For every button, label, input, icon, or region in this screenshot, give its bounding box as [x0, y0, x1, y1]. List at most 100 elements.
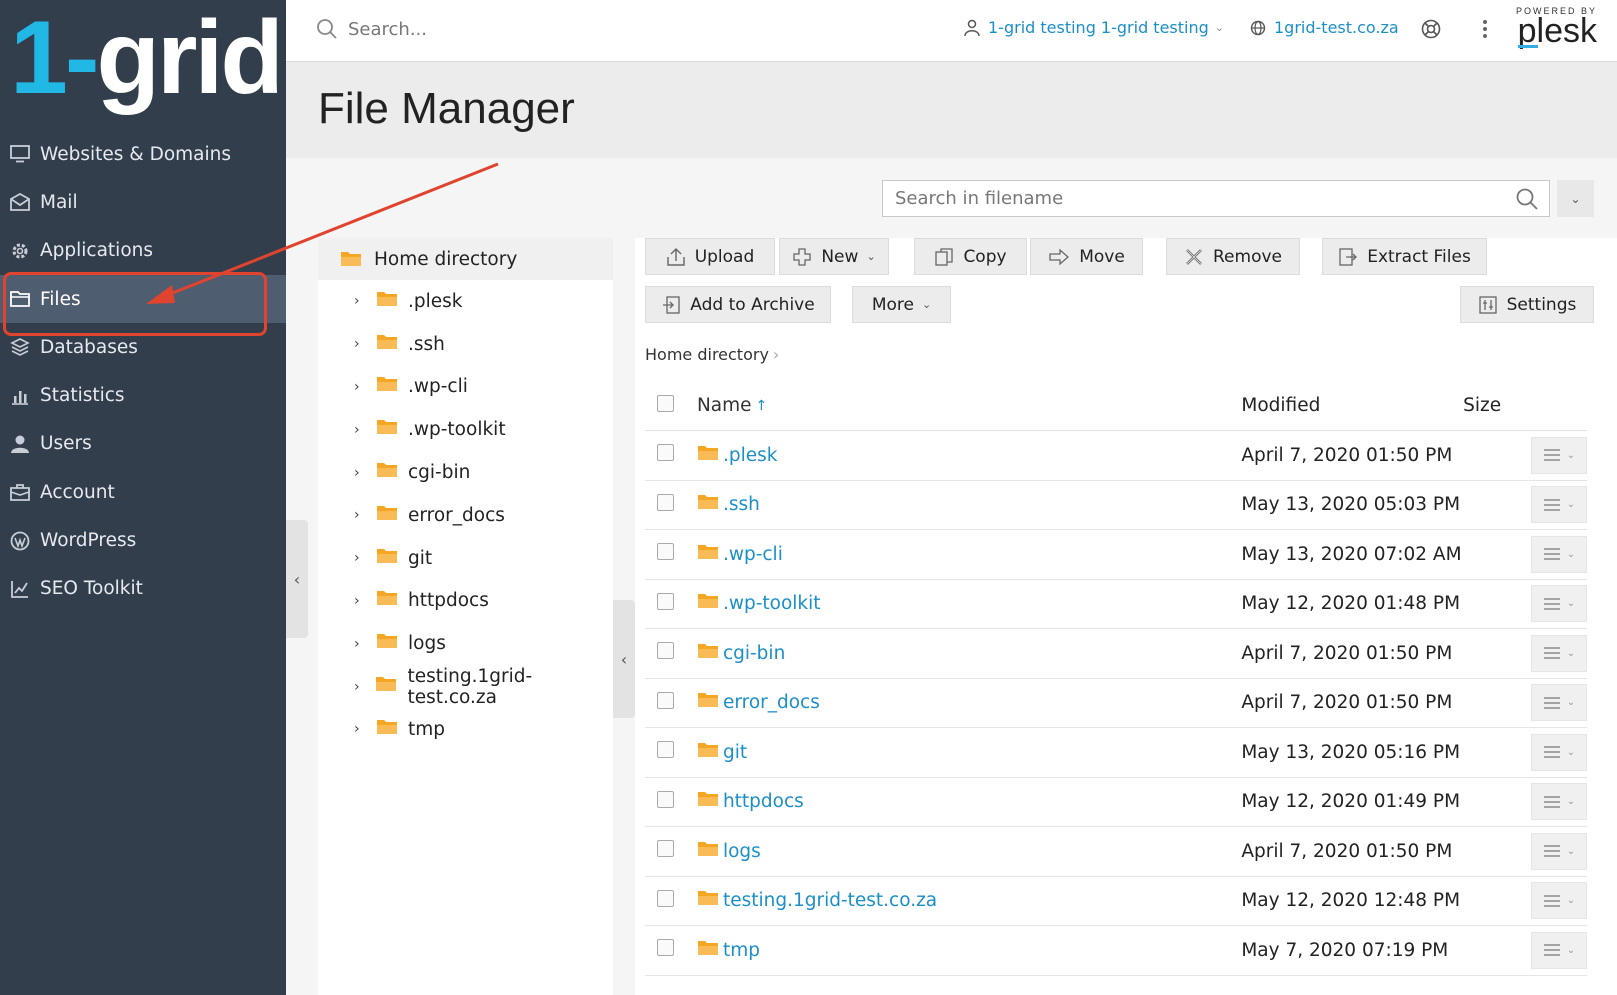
file-name-link[interactable]: httpdocs [723, 791, 804, 812]
chevron-right-icon[interactable]: › [354, 293, 368, 309]
row-checkbox[interactable] [645, 840, 697, 862]
chevron-right-icon[interactable]: › [354, 422, 368, 438]
table-row[interactable]: .wp-toolkit May 12, 2020 01:48 PM ⌄ [645, 580, 1587, 629]
user-menu[interactable]: 1-grid testing 1-grid testing ⌄ [964, 18, 1224, 37]
row-actions-button[interactable]: ⌄ [1531, 783, 1587, 821]
row-checkbox[interactable] [645, 444, 697, 466]
row-checkbox[interactable] [645, 691, 697, 714]
table-row[interactable]: .ssh May 13, 2020 05:03 PM ⌄ [645, 481, 1587, 530]
row-actions-button[interactable]: ⌄ [1531, 882, 1587, 920]
filename-search-input[interactable]: Search in filename [882, 180, 1550, 217]
global-search[interactable]: Search... [316, 18, 427, 40]
tree-item[interactable]: › cgi-bin [318, 451, 613, 494]
row-actions-button[interactable]: ⌄ [1531, 832, 1587, 870]
help-lifebuoy-icon[interactable] [1420, 18, 1442, 40]
row-actions-button[interactable]: ⌄ [1531, 585, 1587, 623]
table-row[interactable]: tmp May 7, 2020 07:19 PM ⌄ [645, 926, 1587, 976]
tree-item[interactable]: › .wp-cli [318, 366, 613, 409]
row-checkbox[interactable] [645, 642, 697, 664]
table-row[interactable]: logs April 7, 2020 01:50 PM ⌄ [645, 827, 1587, 877]
brand-logo[interactable]: 1-grid [10, 6, 284, 110]
table-row[interactable]: .wp-cli May 13, 2020 07:02 AM ⌄ [645, 530, 1587, 580]
file-name-link[interactable]: git [723, 742, 747, 763]
row-actions-button[interactable]: ⌄ [1531, 634, 1587, 672]
row-checkbox[interactable] [645, 493, 697, 516]
chevron-right-icon[interactable]: › [354, 636, 368, 652]
sidebar-item-seo-toolkit[interactable]: SEO Toolkit [0, 565, 286, 613]
extract-files-button[interactable]: Extract Files [1322, 238, 1487, 275]
file-name-link[interactable]: logs [723, 841, 761, 862]
tree-item[interactable]: › .ssh [318, 323, 613, 366]
breadcrumb-home[interactable]: Home directory [645, 345, 769, 364]
file-name-link[interactable]: tmp [723, 940, 760, 961]
file-name-link[interactable]: error_docs [723, 692, 820, 713]
domain-menu[interactable]: 1grid-test.co.za [1250, 18, 1399, 37]
tree-item[interactable]: › httpdocs [318, 580, 613, 623]
kebab-menu-icon[interactable] [1480, 18, 1490, 40]
sidebar-item-users[interactable]: Users [0, 420, 286, 468]
row-checkbox[interactable] [645, 889, 697, 912]
table-row[interactable]: testing.1grid-test.co.za May 12, 2020 12:… [645, 877, 1587, 926]
tree-item[interactable]: › .plesk [318, 280, 613, 323]
row-actions-button[interactable]: ⌄ [1531, 931, 1587, 969]
name-column-header[interactable]: Name ↑ [697, 395, 1241, 416]
table-row[interactable]: httpdocs May 12, 2020 01:49 PM ⌄ [645, 778, 1587, 827]
chevron-right-icon[interactable]: › [354, 550, 368, 566]
table-row[interactable]: cgi-bin April 7, 2020 01:50 PM ⌄ [645, 629, 1587, 679]
row-actions-button[interactable]: ⌄ [1531, 733, 1587, 771]
search-icon[interactable] [1515, 187, 1539, 211]
row-actions-button[interactable]: ⌄ [1531, 436, 1587, 474]
chevron-right-icon[interactable]: › [354, 336, 368, 352]
row-checkbox[interactable] [645, 939, 697, 961]
more-button[interactable]: More ⌄ [852, 286, 951, 323]
new-button[interactable]: New ⌄ [779, 238, 889, 275]
sidebar-item-applications[interactable]: Applications [0, 227, 286, 275]
tree-item[interactable]: › testing.1grid-test.co.za [318, 665, 613, 708]
row-actions-button[interactable]: ⌄ [1531, 486, 1587, 524]
row-checkbox[interactable] [645, 790, 697, 813]
table-row[interactable]: error_docs April 7, 2020 01:50 PM ⌄ [645, 679, 1587, 728]
sidebar-item-statistics[interactable]: Statistics [0, 371, 286, 419]
chevron-right-icon[interactable]: › [354, 679, 367, 695]
tree-item[interactable]: › .wp-toolkit [318, 408, 613, 451]
tree-root-home[interactable]: Home directory [318, 238, 613, 280]
file-name-link[interactable]: .ssh [723, 494, 760, 515]
file-name-link[interactable]: .plesk [723, 445, 778, 466]
chevron-right-icon[interactable]: › [354, 465, 368, 481]
chevron-right-icon[interactable]: › [354, 593, 368, 609]
tree-item[interactable]: › git [318, 537, 613, 580]
row-checkbox[interactable] [645, 741, 697, 763]
add-to-archive-button[interactable]: Add to Archive [645, 286, 831, 323]
modified-column-header[interactable]: Modified [1241, 395, 1463, 416]
tree-item[interactable]: › tmp [318, 708, 613, 751]
tree-item[interactable]: › error_docs [318, 494, 613, 537]
chevron-right-icon[interactable]: › [354, 507, 368, 523]
sidebar-item-wordpress[interactable]: WordPress [0, 516, 286, 564]
tree-item[interactable]: › logs [318, 622, 613, 665]
upload-button[interactable]: Upload [645, 238, 775, 275]
table-row[interactable]: git May 13, 2020 05:16 PM ⌄ [645, 728, 1587, 778]
row-checkbox[interactable] [645, 592, 697, 615]
collapse-sidebar-toggle[interactable]: ‹ [286, 520, 308, 638]
sidebar-item-account[interactable]: Account [0, 468, 286, 516]
row-checkbox[interactable] [645, 543, 697, 565]
sidebar-item-mail[interactable]: Mail [0, 178, 286, 226]
chevron-right-icon[interactable]: › [354, 379, 368, 395]
file-name-link[interactable]: cgi-bin [723, 643, 785, 664]
remove-button[interactable]: Remove [1166, 238, 1300, 275]
chevron-right-icon[interactable]: › [354, 721, 368, 737]
table-row[interactable]: .plesk April 7, 2020 01:50 PM ⌄ [645, 431, 1587, 481]
row-actions-button[interactable]: ⌄ [1531, 684, 1587, 722]
row-actions-button[interactable]: ⌄ [1531, 535, 1587, 573]
file-name-link[interactable]: .wp-toolkit [723, 593, 821, 614]
sidebar-item-websites-domains[interactable]: Websites & Domains [0, 130, 286, 178]
size-column-header[interactable]: Size [1463, 395, 1531, 416]
search-options-dropdown[interactable]: ⌄ [1557, 180, 1594, 217]
collapse-tree-toggle[interactable]: ‹ [613, 600, 635, 718]
settings-button[interactable]: Settings [1460, 286, 1594, 323]
copy-button[interactable]: Copy [914, 238, 1027, 275]
move-button[interactable]: Move [1030, 238, 1143, 275]
file-name-link[interactable]: testing.1grid-test.co.za [723, 890, 937, 911]
file-name-link[interactable]: .wp-cli [723, 544, 783, 565]
select-all-checkbox[interactable] [645, 394, 697, 417]
